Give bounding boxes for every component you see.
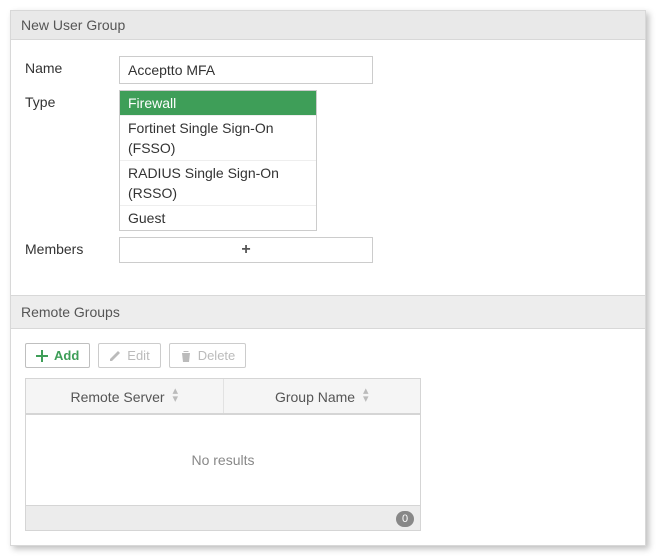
row-type: Type Firewall Fortinet Single Sign-On (F… — [25, 90, 631, 231]
add-button[interactable]: Add — [25, 343, 90, 368]
remote-groups-area: Add Edit Delete Remote Server ▴▾ — [11, 329, 645, 545]
sort-icon: ▴▾ — [173, 387, 179, 403]
table-header: Remote Server ▴▾ Group Name ▴▾ — [26, 379, 420, 415]
table-body-empty: No results — [26, 415, 420, 505]
name-label: Name — [25, 56, 119, 76]
new-user-group-panel: New User Group Name Type Firewall Fortin… — [10, 10, 646, 546]
form-area: Name Type Firewall Fortinet Single Sign-… — [11, 40, 645, 277]
name-input[interactable] — [119, 56, 373, 84]
row-count-badge: 0 — [396, 511, 414, 527]
add-button-label: Add — [54, 348, 79, 363]
type-option-fsso[interactable]: Fortinet Single Sign-On (FSSO) — [120, 116, 316, 161]
type-label: Type — [25, 90, 119, 110]
plus-icon — [36, 350, 48, 362]
trash-icon — [180, 350, 192, 362]
type-option-firewall[interactable]: Firewall — [120, 91, 316, 116]
remote-groups-header: Remote Groups — [11, 295, 645, 329]
members-add-button[interactable]: + — [119, 237, 373, 263]
row-members: Members + — [25, 237, 631, 263]
plus-icon: + — [241, 241, 250, 259]
edit-button-label: Edit — [127, 348, 149, 363]
members-label: Members — [25, 237, 119, 257]
edit-button[interactable]: Edit — [98, 343, 160, 368]
type-option-guest[interactable]: Guest — [120, 206, 316, 230]
pencil-icon — [109, 350, 121, 362]
column-label: Group Name — [275, 389, 355, 405]
type-select[interactable]: Firewall Fortinet Single Sign-On (FSSO) … — [119, 90, 317, 231]
column-remote-server[interactable]: Remote Server ▴▾ — [26, 379, 224, 413]
delete-button-label: Delete — [198, 348, 236, 363]
column-group-name[interactable]: Group Name ▴▾ — [224, 379, 421, 413]
table-footer: 0 — [26, 505, 420, 530]
remote-groups-toolbar: Add Edit Delete — [25, 343, 631, 368]
row-name: Name — [25, 56, 631, 84]
panel-title: New User Group — [11, 11, 645, 40]
type-option-rsso[interactable]: RADIUS Single Sign-On (RSSO) — [120, 161, 316, 206]
remote-groups-table: Remote Server ▴▾ Group Name ▴▾ No result… — [25, 378, 421, 531]
delete-button[interactable]: Delete — [169, 343, 247, 368]
column-label: Remote Server — [70, 389, 164, 405]
sort-icon: ▴▾ — [363, 387, 369, 403]
empty-text: No results — [191, 452, 254, 468]
